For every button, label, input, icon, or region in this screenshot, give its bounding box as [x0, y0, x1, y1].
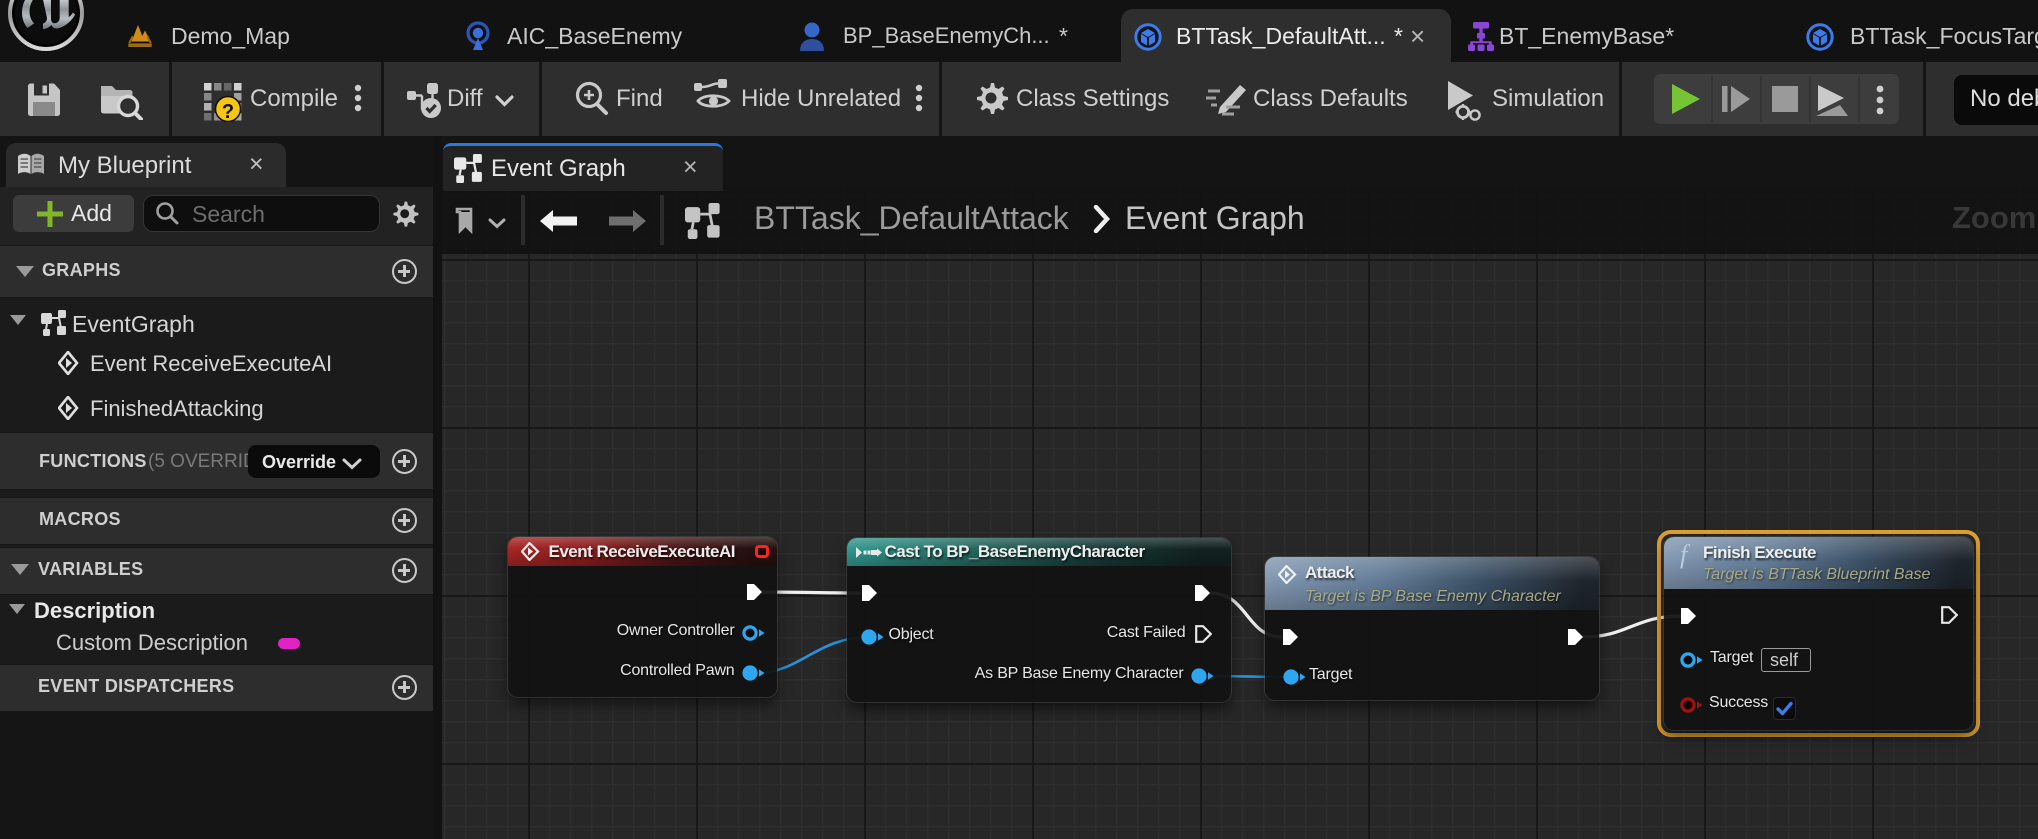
svg-text:?: ? — [222, 101, 234, 122]
